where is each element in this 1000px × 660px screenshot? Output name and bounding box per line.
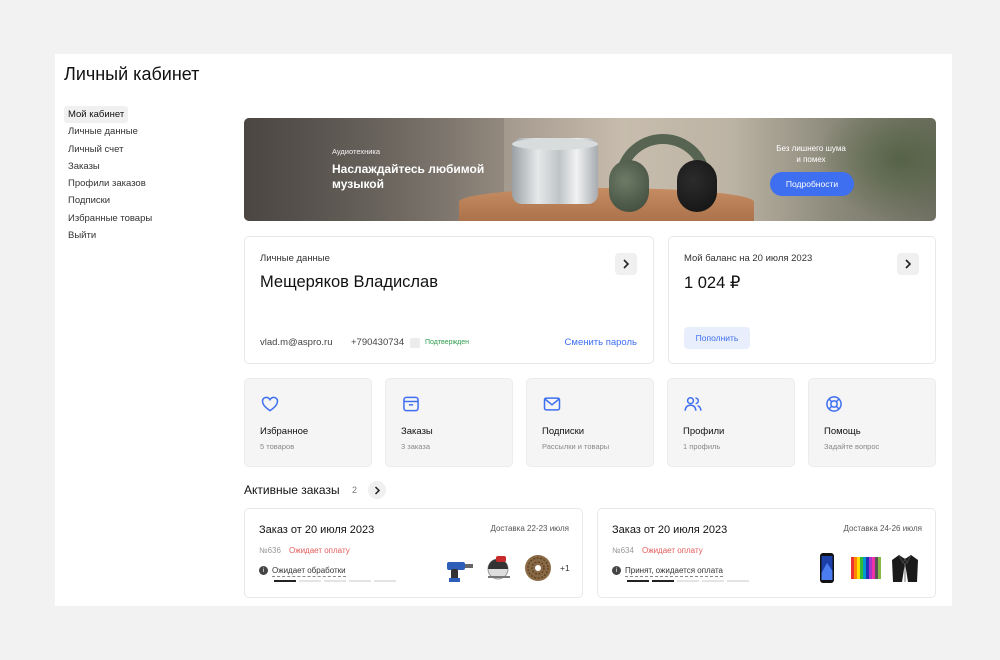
order-payment-status: Ожидает оплату <box>642 546 703 555</box>
chevron-right-icon <box>905 259 912 269</box>
balance-value: 1 024 ₽ <box>684 274 741 292</box>
order-number: №634 <box>612 546 634 555</box>
tile-subtitle: Задайте вопрос <box>824 442 880 451</box>
order-delivery: Доставка 22-23 июля <box>490 524 569 533</box>
progress-step <box>324 580 346 582</box>
active-orders-count: 2 <box>352 485 358 495</box>
tile-orders[interactable]: Заказы 3 заказа <box>385 378 513 467</box>
sidebar-item-favorites[interactable]: Избранные товары <box>64 210 156 227</box>
mail-icon <box>543 397 561 411</box>
tile-subtitle: 5 товаров <box>260 442 295 451</box>
tile-subtitle: 3 заказа <box>401 442 431 451</box>
balance-arrow-button[interactable] <box>897 253 919 275</box>
pencils-icon <box>851 557 881 579</box>
sidebar-item-personal-data[interactable]: Личные данные <box>64 123 142 140</box>
chevron-right-icon <box>623 259 630 269</box>
users-icon <box>684 397 702 411</box>
order-status[interactable]: Ожидает обработки <box>272 566 346 577</box>
banner-details-button[interactable]: Подробности <box>770 172 854 196</box>
order-more-items: +1 <box>560 563 570 573</box>
tile-title: Избранное <box>260 426 309 437</box>
promo-banner[interactable]: Аудиотехника Наслаждайтесь любимой музык… <box>244 118 936 221</box>
progress-step <box>299 580 321 582</box>
tile-title: Заказы <box>401 426 433 437</box>
lifebuoy-icon <box>826 396 842 412</box>
active-orders-title: Активные заказы <box>244 483 340 497</box>
balance-card: Мой баланс на 20 июля 2023 1 024 ₽ Попол… <box>668 236 936 364</box>
tile-subtitle: 1 профиль <box>683 442 721 451</box>
change-password-link[interactable]: Сменить пароль <box>565 337 637 348</box>
tile-profiles[interactable]: Профили 1 профиль <box>667 378 795 467</box>
banner-plant-decoration <box>816 118 936 221</box>
sidebar-item-order-profiles[interactable]: Профили заказов <box>64 175 150 192</box>
user-email: vlad.m@aspro.ru <box>260 337 333 348</box>
headphones-image <box>609 132 719 214</box>
user-phone: +790430734 <box>351 337 405 348</box>
personal-data-arrow-button[interactable] <box>615 253 637 275</box>
order-title: Заказ от 20 июля 2023 <box>259 524 375 536</box>
balance-label: Мой баланс на 20 июля 2023 <box>684 253 813 264</box>
box-icon <box>403 396 419 412</box>
order-status[interactable]: Принят, ожидается оплата <box>625 566 723 577</box>
sidebar-item-logout[interactable]: Выйти <box>64 227 100 244</box>
saw-icon <box>487 556 510 580</box>
order-payment-status: Ожидает оплату <box>289 546 350 555</box>
progress-step <box>652 580 674 582</box>
order-delivery: Доставка 24-26 июля <box>843 524 922 533</box>
jacket-icon <box>892 554 918 582</box>
info-icon: i <box>612 566 621 575</box>
banner-subtitle: Аудиотехника <box>332 147 381 156</box>
chevron-right-icon <box>374 486 381 495</box>
progress-step <box>274 580 296 582</box>
info-icon: i <box>259 566 268 575</box>
order-progress <box>274 580 396 582</box>
tile-subscriptions[interactable]: Подписки Рассылки и товары <box>526 378 654 467</box>
tile-favorites[interactable]: Избранное 5 товаров <box>244 378 372 467</box>
page-container: Личный кабинет Мой кабинет Личные данные… <box>55 54 952 606</box>
tile-subtitle: Рассылки и товары <box>542 442 610 451</box>
sidebar-item-account[interactable]: Личный счет <box>64 141 127 158</box>
page-title: Личный кабинет <box>64 64 200 84</box>
tile-help[interactable]: Помощь Задайте вопрос <box>808 378 936 467</box>
speaker-image <box>512 138 598 204</box>
drill-icon <box>447 562 473 582</box>
order-card[interactable]: Заказ от 20 июля 2023 Доставка 22-23 июл… <box>244 508 583 598</box>
nails-icon <box>525 555 551 581</box>
topup-button[interactable]: Пополнить <box>684 327 750 349</box>
active-orders-arrow-button[interactable] <box>368 481 386 499</box>
progress-step <box>627 580 649 582</box>
phone-status-badge: Подтвержден <box>425 339 470 346</box>
progress-step <box>702 580 724 582</box>
headphones-left-cup <box>609 160 649 212</box>
phone-icon <box>820 553 834 583</box>
progress-step <box>374 580 396 582</box>
progress-step <box>727 580 749 582</box>
phone-masked-digits <box>410 338 420 348</box>
user-name: Мещеряков Владислав <box>260 273 439 291</box>
tile-title: Подписки <box>542 426 585 437</box>
order-progress <box>627 580 749 582</box>
sidebar-item-orders[interactable]: Заказы <box>64 158 104 175</box>
tile-title: Профили <box>683 426 725 437</box>
order-title: Заказ от 20 июля 2023 <box>612 524 728 536</box>
heart-icon <box>261 396 279 412</box>
sidebar-item-subscriptions[interactable]: Подписки <box>64 192 114 209</box>
order-card[interactable]: Заказ от 20 июля 2023 Доставка 24-26 июл… <box>597 508 936 598</box>
progress-step <box>677 580 699 582</box>
progress-step <box>349 580 371 582</box>
sidebar: Мой кабинет Личные данные Личный счет За… <box>64 106 224 244</box>
personal-data-label: Личные данные <box>260 253 330 264</box>
banner-title: Наслаждайтесь любимой музыкой <box>332 162 485 191</box>
sidebar-item-dashboard[interactable]: Мой кабинет <box>64 106 129 124</box>
order-number: №636 <box>259 546 281 555</box>
personal-data-card: Личные данные Мещеряков Владислав vlad.m… <box>244 236 654 364</box>
headphones-right-cup <box>677 160 717 212</box>
banner-side-text: Без лишнего шума и помех <box>776 144 846 164</box>
tile-title: Помощь <box>824 426 861 437</box>
